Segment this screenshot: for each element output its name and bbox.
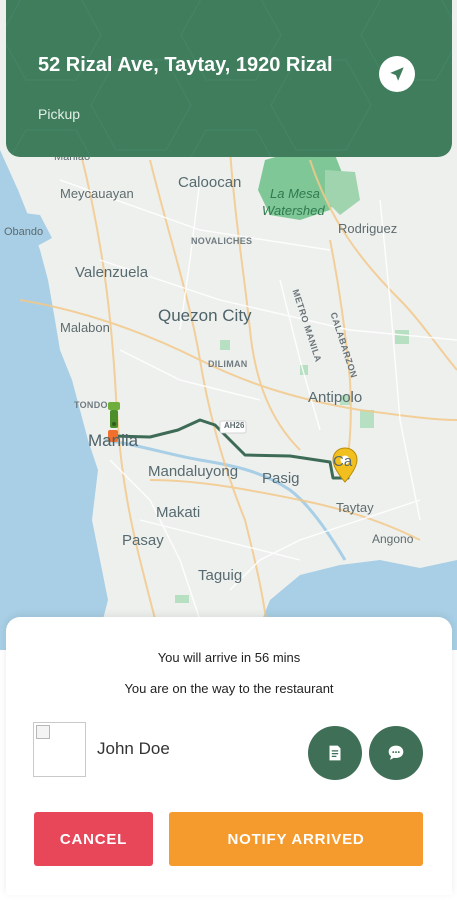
map-label: Ca — [333, 453, 353, 470]
map-label: La Mesa — [270, 186, 320, 201]
map-label: Valenzuela — [75, 264, 149, 281]
notify-arrived-button[interactable]: NOTIFY ARRIVED — [169, 812, 423, 866]
map-label: Manila — [88, 431, 139, 450]
map-label: Makati — [156, 504, 201, 521]
trip-panel: You will arrive in 56 mins You are on th… — [6, 617, 452, 895]
highway-shield-label: AH26 — [224, 421, 245, 430]
navigation-arrow-icon — [390, 67, 404, 81]
map-label: Watershed — [262, 203, 325, 218]
map-label: Quezon City — [158, 306, 252, 325]
cancel-button[interactable]: CANCEL — [34, 812, 153, 866]
pickup-label: Pickup — [38, 106, 81, 122]
map-label: Malabon — [60, 320, 110, 335]
map-label: Taytay — [336, 500, 374, 515]
eta-text: You will arrive in 56 mins — [157, 650, 301, 665]
map-label: Taguig — [198, 567, 243, 584]
trip-status-text: You are on the way to the restaurant — [124, 681, 334, 696]
map-label: Rodriguez — [338, 221, 398, 236]
map-label: Pasig — [262, 470, 300, 487]
document-icon — [329, 745, 341, 761]
map-label: Pasay — [122, 532, 164, 549]
broken-image-icon — [36, 725, 50, 739]
documents-button[interactable] — [308, 726, 362, 780]
map-label: Antipolo — [308, 389, 363, 406]
driver-name: John Doe — [97, 739, 170, 758]
chat-button[interactable] — [369, 726, 423, 780]
map-label: Angono — [372, 532, 414, 546]
navigate-button[interactable] — [379, 56, 415, 92]
map-label: Meycauayan — [60, 186, 134, 201]
pickup-header: 52 Rizal Ave, Taytay, 1920 Rizal Pickup — [6, 0, 452, 157]
map-label: Mandaluyong — [148, 463, 239, 480]
map-label: TONDO — [74, 400, 108, 410]
map-label: DILIMAN — [208, 359, 248, 369]
pickup-address: 52 Rizal Ave, Taytay, 1920 Rizal — [38, 54, 333, 76]
chat-bubble-icon — [388, 745, 404, 760]
map-label: Caloocan — [178, 174, 242, 191]
map-label: Obando — [4, 226, 44, 238]
map-label: NOVALICHES — [191, 236, 253, 246]
avatar — [33, 722, 86, 777]
